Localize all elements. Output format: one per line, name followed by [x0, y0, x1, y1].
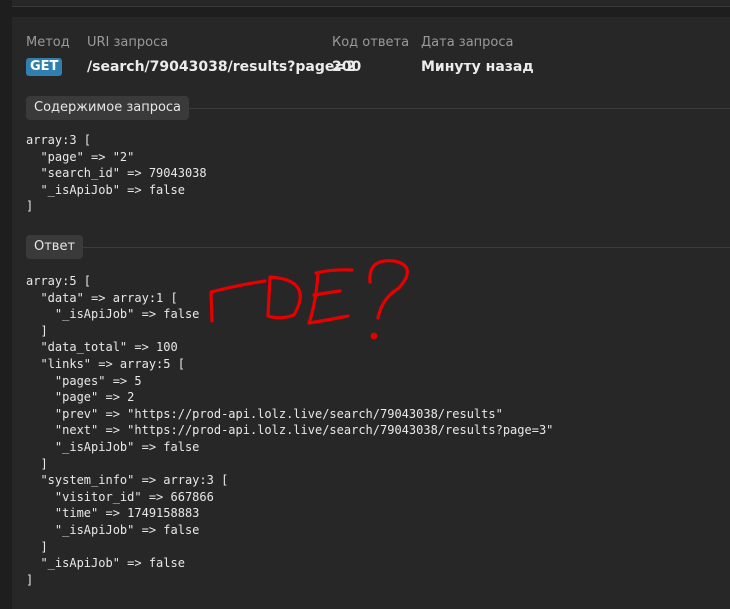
previous-log-panel-edge [12, 0, 730, 7]
method-badge: GET [26, 58, 63, 76]
request-date: Минуту назад [421, 59, 534, 75]
handwritten-annotation [209, 259, 409, 340]
request-uri: /search/79043038/results?page=2 [87, 59, 356, 75]
method-label: Метод [26, 35, 70, 50]
request-date-label: Дата запроса [421, 35, 514, 50]
request-section-divider [188, 108, 730, 109]
response-body-toggle-button[interactable]: Ответ [26, 235, 84, 259]
uri-label: URI запроса [87, 35, 169, 50]
request-body-toggle-button[interactable]: Содержимое запроса [26, 96, 190, 120]
response-code-label: Код ответа [332, 35, 410, 50]
response-code: 200 [332, 59, 362, 75]
request-body-dump: array:3 [ "page" => "2" "search_id" => 7… [26, 133, 207, 214]
